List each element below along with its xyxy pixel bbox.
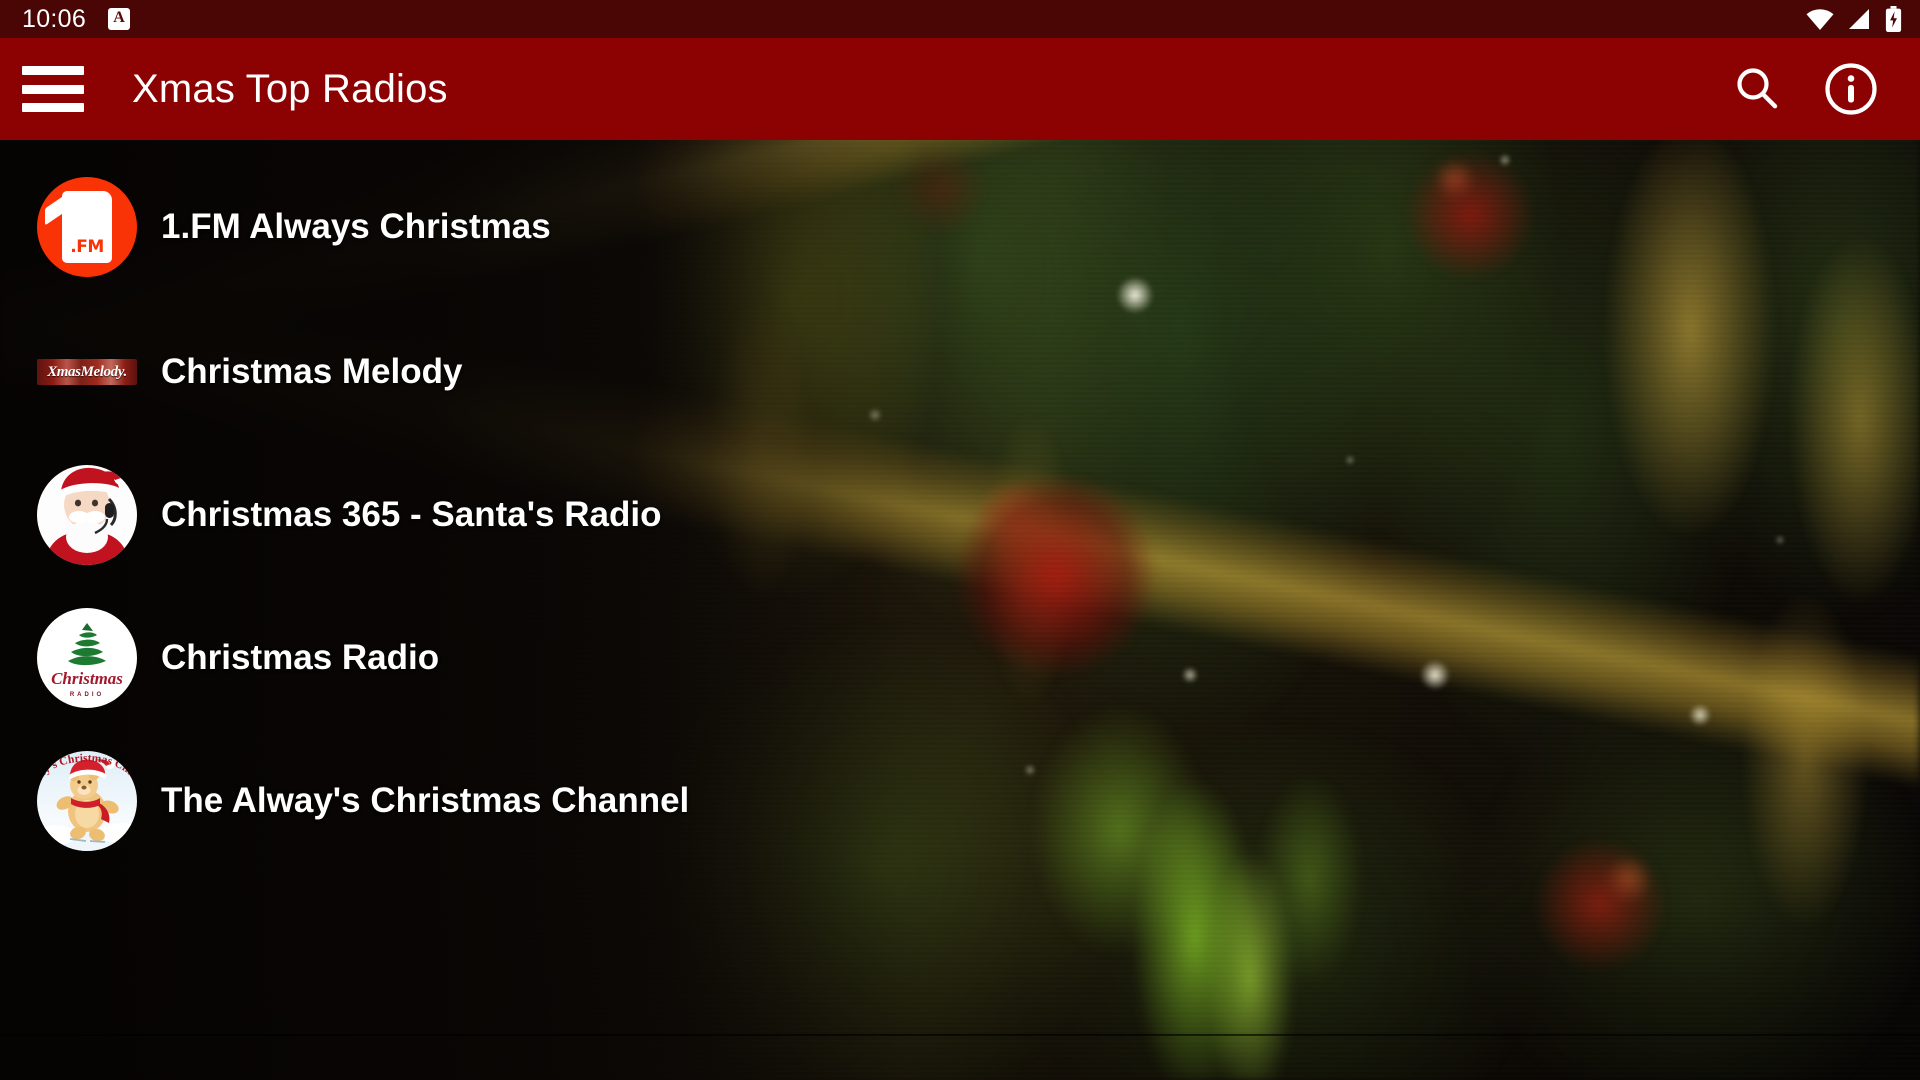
christmas-radio-logo-icon: Christmas RADIO: [37, 608, 137, 708]
arc-text: Alway's Christmas Channel: [37, 753, 137, 779]
status-bar: 10:06 A: [0, 0, 1920, 38]
xmas-melody-logo-text: XmasMelody.: [47, 363, 127, 380]
station-logo: [37, 465, 137, 565]
christmas-radio-logo-subtext: RADIO: [69, 692, 105, 698]
station-name: Christmas Melody: [161, 352, 463, 391]
cellular-signal-icon: [1845, 8, 1871, 30]
one-fm-logo-text: .FM: [70, 237, 104, 257]
info-icon[interactable]: [1824, 62, 1878, 116]
station-logo: XmasMelody.: [37, 322, 137, 422]
wifi-icon: [1805, 9, 1834, 30]
notification-app-icon: A: [108, 8, 131, 30]
bottom-divider: [0, 1034, 1920, 1036]
app-screen: 10:06 A Xmas Top Radios .FM 1.FM Always …: [0, 0, 1920, 1080]
app-bar: Xmas Top Radios: [0, 38, 1920, 140]
station-logo: .FM: [37, 177, 137, 277]
station-logo: Alway's Christmas Channel: [37, 751, 137, 851]
station-name: Christmas Radio: [161, 638, 440, 677]
christmas-radio-logo-text: Christmas: [51, 669, 123, 688]
christmas-tree-icon: [68, 623, 106, 666]
always-christmas-logo-arc-text: Alway's Christmas Channel: [37, 753, 137, 779]
status-bar-clock: 10:06: [22, 4, 87, 33]
battery-charging-icon: [1885, 6, 1902, 32]
search-icon[interactable]: [1730, 62, 1784, 116]
xmas-melody-logo-icon: XmasMelody.: [37, 322, 137, 422]
hamburger-menu-icon[interactable]: [22, 66, 84, 112]
station-list[interactable]: .FM 1.FM Always Christmas XmasMelody. Ch…: [0, 140, 1920, 1080]
station-name: 1.FM Always Christmas: [161, 207, 551, 246]
station-name: The Alway's Christmas Channel: [161, 781, 690, 820]
page-title: Xmas Top Radios: [132, 66, 448, 111]
station-name: Christmas 365 - Santa's Radio: [161, 495, 662, 534]
list-item[interactable]: Alway's Christmas Channel The Alway's Ch…: [0, 714, 1920, 888]
santa-radio-logo-icon: [37, 465, 137, 565]
station-logo: Christmas RADIO: [37, 608, 137, 708]
one-fm-logo-icon: .FM: [37, 177, 137, 277]
svg-text:Alway's Christmas Channel: Alway's Christmas Channel: [37, 753, 137, 779]
always-christmas-teddy-logo-icon: Alway's Christmas Channel: [37, 751, 137, 851]
